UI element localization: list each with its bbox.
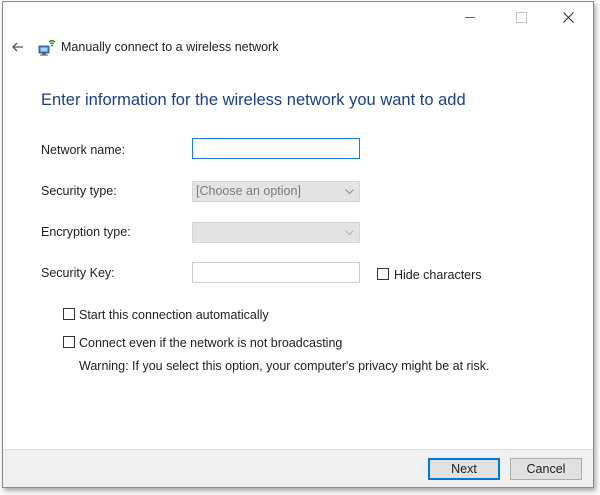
hide-characters-label: Hide characters (394, 268, 482, 282)
maximize-button (503, 4, 539, 30)
minimize-button[interactable] (452, 4, 488, 30)
encryption-type-label: Encryption type: (41, 225, 131, 239)
cancel-button[interactable]: Cancel (510, 458, 582, 480)
close-icon (562, 11, 574, 23)
chevron-down-icon (345, 189, 354, 195)
chevron-down-icon (345, 230, 354, 236)
network-name-label: Network name: (41, 143, 126, 157)
security-type-select[interactable]: [Choose an option] (192, 181, 360, 202)
start-automatically-checkbox[interactable] (63, 308, 75, 320)
connect-not-broadcasting-label: Connect even if the network is not broad… (79, 336, 343, 350)
dialog-footer: Next Cancel (3, 449, 593, 487)
hide-characters-checkbox[interactable] (377, 268, 389, 280)
security-type-label: Security type: (41, 184, 117, 198)
start-automatically-label: Start this connection automatically (79, 308, 269, 322)
window-title: Manually connect to a wireless network (61, 40, 279, 54)
privacy-warning: Warning: If you select this option, your… (79, 359, 490, 373)
network-icon (38, 39, 56, 56)
network-name-input[interactable] (192, 138, 360, 159)
page-heading: Enter information for the wireless netwo… (41, 91, 466, 109)
dialog-window: Manually connect to a wireless network E… (2, 1, 594, 488)
security-key-label: Security Key: (41, 266, 115, 280)
next-button[interactable]: Next (428, 458, 500, 480)
encryption-type-select (192, 222, 360, 243)
connect-not-broadcasting-checkbox[interactable] (63, 336, 75, 348)
close-button[interactable] (550, 4, 586, 30)
security-key-input[interactable] (192, 262, 360, 283)
maximize-icon (515, 11, 527, 23)
security-type-value: [Choose an option] (196, 184, 301, 198)
back-arrow-icon[interactable] (9, 38, 27, 56)
minimize-icon (465, 16, 475, 18)
